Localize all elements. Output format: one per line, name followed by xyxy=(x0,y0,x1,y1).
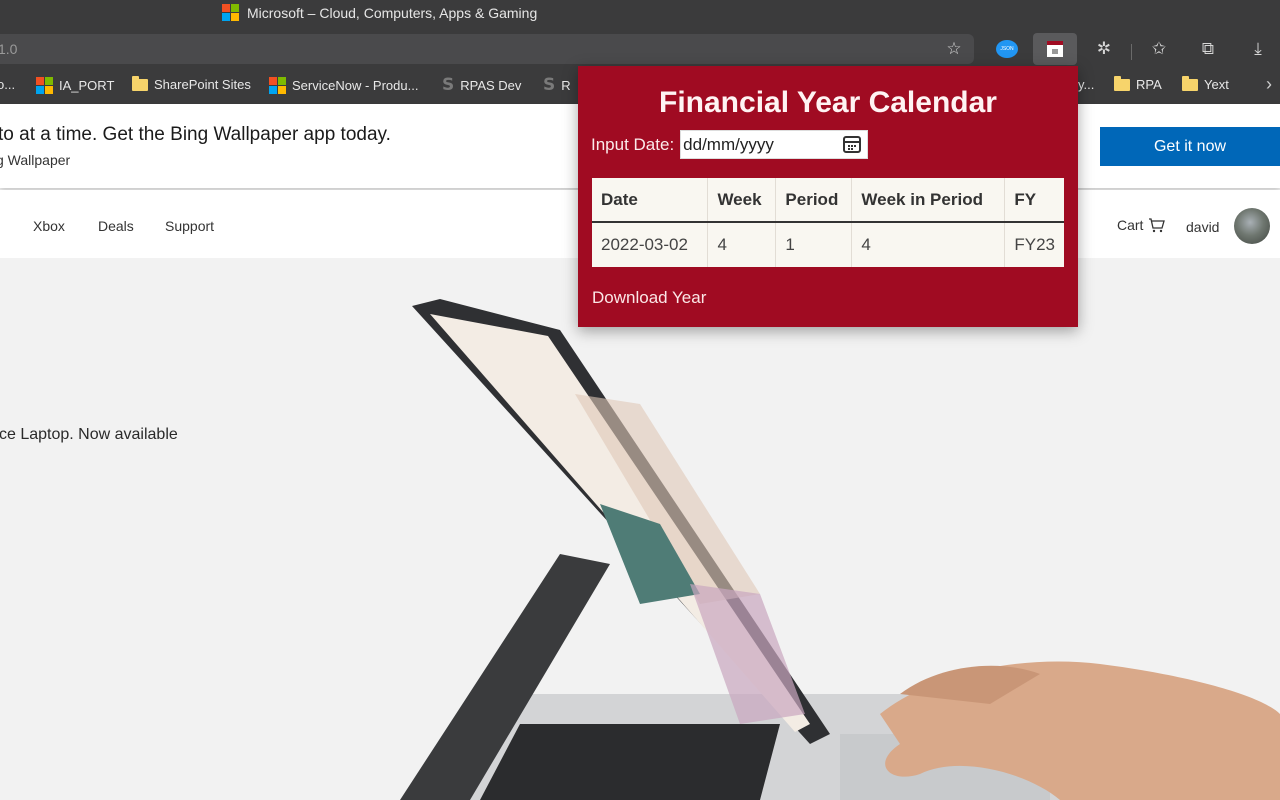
table-row: 2022-03-02 4 1 4 FY23 xyxy=(592,222,1064,267)
toolbar-divider xyxy=(1131,44,1132,60)
cell-fy: FY23 xyxy=(1014,235,1055,254)
folder-icon xyxy=(1182,75,1198,91)
nav-item-xbox[interactable]: Xbox xyxy=(33,218,65,234)
bookmark-item[interactable]: IA_PORT xyxy=(36,77,114,94)
bookmark-item[interactable]: S R xyxy=(543,75,571,95)
folder-icon xyxy=(1114,75,1130,91)
extensions-icon[interactable]: ✲ xyxy=(1090,35,1118,63)
banner-headline: to at a time. Get the Bing Wallpaper app… xyxy=(0,124,391,145)
address-text: 1.0 xyxy=(0,41,18,57)
bookmark-folder[interactable]: RPA xyxy=(1114,75,1162,92)
browser-title-bar: Microsoft – Cloud, Computers, Apps & Gam… xyxy=(0,0,1280,28)
avatar[interactable] xyxy=(1234,208,1270,244)
s-logo-icon: S xyxy=(442,75,455,95)
calendar-extension-button[interactable] xyxy=(1033,33,1077,65)
bookmarks-more-chevron-icon[interactable]: › xyxy=(1266,74,1272,95)
column-header-date: Date xyxy=(592,178,709,223)
cell-week-in-period: 4 xyxy=(851,222,1006,267)
browser-toolbar: 1.0 ☆ ✲ ✩ ⧉ ⤓ xyxy=(0,28,1280,68)
financial-year-calendar-popup: Financial Year Calendar Input Date: dd/m… xyxy=(578,66,1078,327)
bookmark-item[interactable]: o... xyxy=(0,77,15,92)
banner-subtext: g Wallpaper xyxy=(0,152,71,168)
input-date-field[interactable]: dd/mm/yyyy xyxy=(680,130,869,159)
download-year-link[interactable]: Download Year xyxy=(592,288,706,308)
user-name[interactable]: david xyxy=(1186,219,1219,235)
s-logo-icon: S xyxy=(543,75,556,95)
collections-icon[interactable]: ⧉ xyxy=(1194,35,1222,63)
input-date-placeholder: dd/mm/yyyy xyxy=(683,135,774,154)
bookmark-item[interactable]: y... xyxy=(1078,77,1094,92)
microsoft-logo-icon xyxy=(269,77,286,94)
column-header-period: Period xyxy=(775,178,853,223)
favorites-icon[interactable]: ✩ xyxy=(1145,35,1173,63)
fy-result-table: Date Week Period Week in Period FY 2022-… xyxy=(592,178,1064,267)
cart-link[interactable]: Cart xyxy=(1117,217,1166,233)
json-extension-icon[interactable]: JSON xyxy=(996,40,1018,58)
bookmark-folder[interactable]: Yext xyxy=(1182,75,1229,92)
window-title: Microsoft – Cloud, Computers, Apps & Gam… xyxy=(222,4,537,21)
table-header-row: Date Week Period Week in Period FY xyxy=(592,178,1064,223)
cart-icon xyxy=(1149,217,1166,232)
bookmark-item[interactable]: ServiceNow - Produ... xyxy=(269,77,418,94)
folder-icon xyxy=(132,75,148,91)
cell-week: 4 xyxy=(707,222,777,267)
cell-date: 2022-03-02 xyxy=(592,222,709,267)
surface-laptop-image xyxy=(0,254,1280,800)
column-header-fy: FY xyxy=(1004,178,1064,223)
popup-title: Financial Year Calendar xyxy=(659,86,997,119)
input-date-row: Input Date: dd/mm/yyyy xyxy=(591,130,869,159)
address-bar[interactable]: 1.0 xyxy=(0,34,974,64)
calendar-picker-icon[interactable] xyxy=(843,136,862,153)
calendar-extension-icon xyxy=(1047,41,1063,57)
microsoft-logo-icon xyxy=(222,4,239,21)
input-date-label: Input Date: xyxy=(591,134,675,154)
nav-item-deals[interactable]: Deals xyxy=(98,218,134,234)
hero-tagline: ce Laptop. Now available xyxy=(0,426,178,443)
column-header-week: Week xyxy=(707,178,777,223)
bookmark-item[interactable]: S RPAS Dev xyxy=(442,75,521,95)
column-header-week-in-period: Week in Period xyxy=(851,178,1006,223)
get-it-now-button[interactable]: Get it now xyxy=(1100,127,1280,166)
cart-label: Cart xyxy=(1117,217,1144,233)
window-title-text: Microsoft – Cloud, Computers, Apps & Gam… xyxy=(247,4,538,21)
microsoft-logo-icon xyxy=(36,77,53,94)
cell-period: 1 xyxy=(775,222,853,267)
add-favorite-icon[interactable]: ☆ xyxy=(940,35,968,63)
downloads-icon[interactable]: ⤓ xyxy=(1244,35,1272,63)
nav-item-support[interactable]: Support xyxy=(165,218,214,234)
bookmark-folder[interactable]: SharePoint Sites xyxy=(132,75,251,92)
